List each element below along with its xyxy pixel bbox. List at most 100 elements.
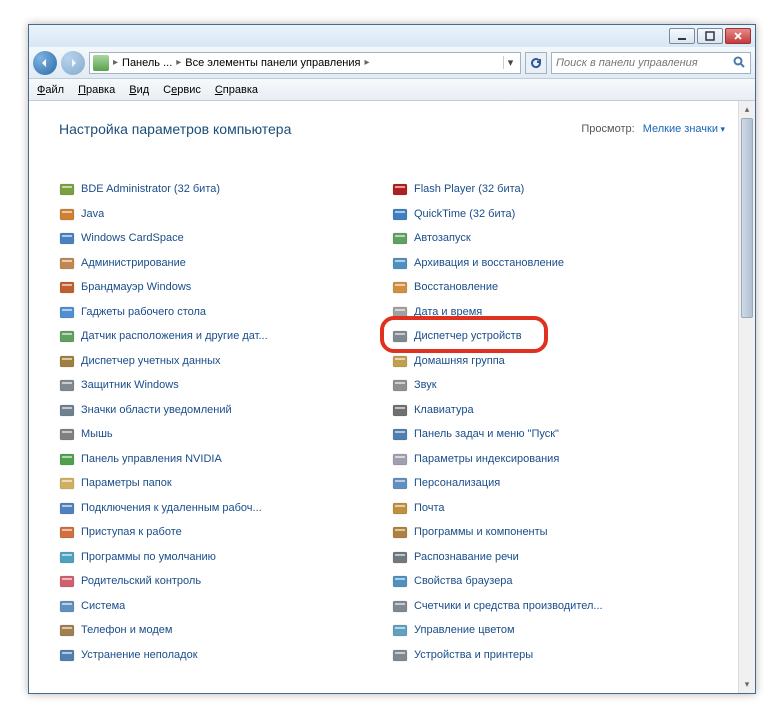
cpl-item-label: Устранение неполадок [81, 649, 198, 661]
cpl-item-label: BDE Administrator (32 бита) [81, 183, 220, 195]
chevron-right-icon: ▸ [365, 57, 370, 68]
cpl-item-label: Система [81, 600, 125, 612]
java-icon [59, 206, 75, 222]
cpl-item-label: Звук [414, 379, 437, 391]
cpl-item-notification-icons[interactable]: Значки области уведомлений [59, 398, 392, 423]
cpl-item-location-sensor[interactable]: Датчик расположения и другие дат... [59, 324, 392, 349]
menu-file[interactable]: ФФайлайл [37, 84, 64, 96]
cpl-item-label: Панель задач и меню "Пуск" [414, 428, 559, 440]
cpl-item-homegroup[interactable]: Домашняя группа [392, 349, 725, 374]
search-box[interactable] [551, 52, 751, 74]
cpl-item-nvidia-panel[interactable]: Панель управления NVIDIA [59, 447, 392, 472]
performance-counters-icon [392, 598, 408, 614]
quicktime-icon [392, 206, 408, 222]
cpl-item-sound[interactable]: Звук [392, 373, 725, 398]
refresh-button[interactable] [525, 52, 547, 74]
cpl-item-label: Телефон и модем [81, 624, 172, 636]
menubar: ФФайлайл Правка Вид Сервис Справка [29, 79, 755, 101]
administration-icon [59, 255, 75, 271]
keyboard-icon [392, 402, 408, 418]
speech-recognition-icon [392, 549, 408, 565]
breadcrumb-part[interactable]: Панель ... [122, 57, 172, 69]
search-input[interactable] [556, 57, 733, 69]
personalization-icon [392, 475, 408, 491]
cpl-item-devices-printers[interactable]: Устройства и принтеры [392, 643, 725, 668]
windows-defender-icon [59, 377, 75, 393]
address-dropdown[interactable]: ▾ [503, 56, 517, 69]
cpl-item-keyboard[interactable]: Клавиатура [392, 398, 725, 423]
cpl-item-recovery[interactable]: Восстановление [392, 275, 725, 300]
getting-started-icon [59, 524, 75, 540]
cpl-item-taskbar-start[interactable]: Панель задач и меню "Пуск" [392, 422, 725, 447]
cpl-item-performance-counters[interactable]: Счетчики и средства производител... [392, 594, 725, 619]
scroll-thumb[interactable] [741, 118, 753, 318]
cpl-item-label: Клавиатура [414, 404, 474, 416]
cpl-item-label: Родительский контроль [81, 575, 201, 587]
cpl-item-speech-recognition[interactable]: Распознавание речи [392, 545, 725, 570]
cpl-item-device-manager[interactable]: Диспетчер устройств [392, 324, 725, 349]
content-area: Настройка параметров компьютера Просмотр… [29, 101, 755, 693]
folder-options-icon [59, 475, 75, 491]
page-title: Настройка параметров компьютера [59, 121, 291, 137]
cpl-item-label: Защитник Windows [81, 379, 179, 391]
scroll-down-button[interactable]: ▾ [739, 676, 755, 693]
menu-help[interactable]: Справка [215, 84, 258, 96]
cpl-item-credential-manager[interactable]: Диспетчер учетных данных [59, 349, 392, 374]
breadcrumb-part[interactable]: Все элементы панели управления [185, 57, 360, 69]
windows-firewall-icon [59, 279, 75, 295]
address-bar[interactable]: ▸ Панель ... ▸ Все элементы панели управ… [89, 52, 521, 74]
cpl-item-backup-restore[interactable]: Архивация и восстановление [392, 251, 725, 276]
cpl-item-mail[interactable]: Почта [392, 496, 725, 521]
recovery-icon [392, 279, 408, 295]
cpl-item-label: QuickTime (32 бита) [414, 208, 515, 220]
cpl-item-date-time[interactable]: Дата и время [392, 300, 725, 325]
cpl-item-label: Автозапуск [414, 232, 471, 244]
cpl-item-folder-options[interactable]: Параметры папок [59, 471, 392, 496]
homegroup-icon [392, 353, 408, 369]
cpl-item-getting-started[interactable]: Приступая к работе [59, 520, 392, 545]
cpl-item-indexing-options[interactable]: Параметры индексирования [392, 447, 725, 472]
scroll-track[interactable] [739, 118, 755, 676]
back-button[interactable] [33, 51, 57, 75]
cpl-item-label: Диспетчер учетных данных [81, 355, 221, 367]
scroll-up-button[interactable]: ▴ [739, 101, 755, 118]
cpl-item-quicktime[interactable]: QuickTime (32 бита) [392, 202, 725, 227]
cpl-item-phone-modem[interactable]: Телефон и модем [59, 618, 392, 643]
menu-view[interactable]: Вид [129, 84, 149, 96]
menu-edit[interactable]: Правка [78, 84, 115, 96]
chevron-right-icon: ▸ [113, 57, 118, 68]
close-button[interactable] [725, 28, 751, 44]
forward-button[interactable] [61, 51, 85, 75]
bde-administrator-icon [59, 181, 75, 197]
cpl-item-windows-firewall[interactable]: Брандмауэр Windows [59, 275, 392, 300]
cpl-item-parental-controls[interactable]: Родительский контроль [59, 569, 392, 594]
cpl-item-desktop-gadgets[interactable]: Гаджеты рабочего стола [59, 300, 392, 325]
cpl-item-color-management[interactable]: Управление цветом [392, 618, 725, 643]
cpl-item-label: Значки области уведомлений [81, 404, 232, 416]
cpl-item-label: Параметры индексирования [414, 453, 559, 465]
cpl-item-default-programs[interactable]: Программы по умолчанию [59, 545, 392, 570]
maximize-button[interactable] [697, 28, 723, 44]
cpl-item-troubleshooting[interactable]: Устранение неполадок [59, 643, 392, 668]
cpl-item-remote-desktop[interactable]: Подключения к удаленным рабоч... [59, 496, 392, 521]
minimize-button[interactable] [669, 28, 695, 44]
cpl-item-system[interactable]: Система [59, 594, 392, 619]
cpl-item-mouse[interactable]: Мышь [59, 422, 392, 447]
view-dropdown[interactable]: Мелкие значки [643, 123, 725, 135]
phone-modem-icon [59, 622, 75, 638]
cpl-item-windows-cardspace[interactable]: Windows CardSpace [59, 226, 392, 251]
cpl-item-autorun[interactable]: Автозапуск [392, 226, 725, 251]
menu-service[interactable]: Сервис [163, 84, 201, 96]
cpl-item-personalization[interactable]: Персонализация [392, 471, 725, 496]
cpl-item-windows-defender[interactable]: Защитник Windows [59, 373, 392, 398]
scrollbar[interactable]: ▴ ▾ [738, 101, 755, 693]
cpl-item-bde-administrator[interactable]: BDE Administrator (32 бита) [59, 177, 392, 202]
cpl-item-label: Управление цветом [414, 624, 515, 636]
cpl-item-administration[interactable]: Администрирование [59, 251, 392, 276]
cpl-item-programs-features[interactable]: Программы и компоненты [392, 520, 725, 545]
cpl-item-flash-player[interactable]: Flash Player (32 бита) [392, 177, 725, 202]
cpl-item-java[interactable]: Java [59, 202, 392, 227]
device-manager-icon [392, 328, 408, 344]
cpl-item-browser-properties[interactable]: Свойства браузера [392, 569, 725, 594]
view-selector: Просмотр: Мелкие значки [581, 123, 725, 135]
